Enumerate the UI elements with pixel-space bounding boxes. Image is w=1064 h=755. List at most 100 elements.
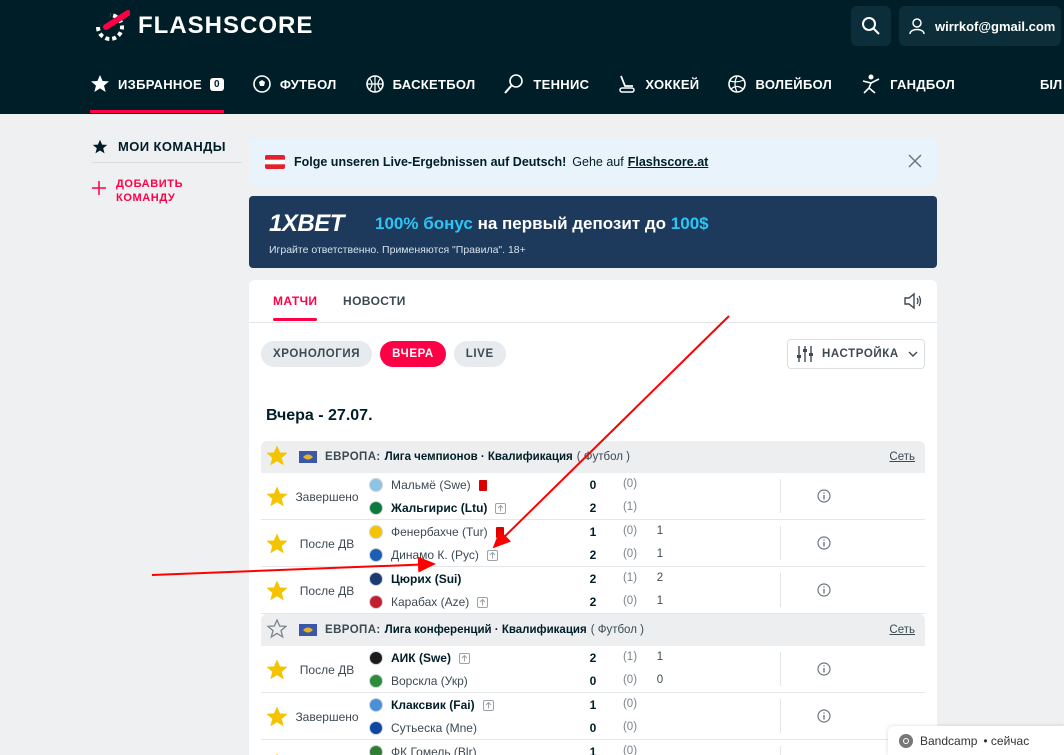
flashscore-at-link[interactable]: Flashscore.at (628, 155, 709, 169)
match-row[interactable]: Завершено Клаксвик (Fai) 1 (0) Сутьеска (Mne… (261, 693, 925, 740)
sound-icon[interactable] (903, 292, 923, 310)
team-crest-icon (369, 698, 383, 712)
info-icon[interactable] (817, 536, 831, 550)
promotion-arrow-icon (495, 502, 507, 514)
halftime-score: (0) (622, 525, 638, 537)
filter-live[interactable]: LIVE (453, 341, 506, 367)
team-score: 1 (589, 525, 597, 539)
left-sidebar: МОИ КОМАНДЫ ДОБАВИТЬ КОМАНДУ (92, 135, 242, 205)
promotion-arrow-icon (482, 699, 494, 711)
star-icon (91, 75, 109, 92)
nav-football[interactable]: ФУТБОЛ (252, 64, 337, 104)
home-team[interactable]: Мальмё (Swe) (369, 475, 487, 495)
team-crest-icon (369, 721, 383, 735)
chrome-icon (899, 733, 913, 748)
team-crest-icon (369, 525, 383, 539)
nav-volleyball[interactable]: ВОЛЕЙБОЛ (727, 64, 832, 104)
user-account-button[interactable]: wirrkof@gmail.com (899, 6, 1061, 46)
home-team[interactable]: ФК Гомель (Blr) (369, 742, 477, 755)
team-name: АИК (Swe) (391, 651, 451, 665)
team-score: 0 (589, 478, 597, 492)
star-icon[interactable] (266, 617, 288, 639)
flashscore-logo[interactable]: FLASHSCORE (92, 9, 313, 43)
info-icon[interactable] (817, 489, 831, 503)
team-name: Цюрих (Sui) (391, 572, 462, 586)
info-icon[interactable] (817, 662, 831, 676)
settings-dropdown[interactable]: НАСТРОЙКА (787, 339, 925, 369)
nav-basketball[interactable]: БАСКЕТБОЛ (365, 64, 476, 104)
match-row[interactable]: После ДВ Цюрих (Sui) 2 (1) 2 Карабах (Aze) 2 (0… (261, 567, 925, 614)
league-name[interactable]: Лига конференций · Квалификация (385, 624, 587, 636)
tab-news[interactable]: НОВОСТИ (343, 294, 406, 308)
column-divider (780, 573, 781, 607)
red-card-icon (478, 479, 487, 491)
nav-handball-label: ГАНДБОЛ (890, 76, 956, 92)
team-crest-icon (369, 501, 383, 515)
halftime-score: (0) (622, 595, 638, 607)
banner-headline-mid: на первый депозит до (472, 214, 671, 233)
nav-favorites[interactable]: ИЗБРАННОЕ 0 (90, 64, 224, 113)
filter-chronology[interactable]: ХРОНОЛОГИЯ (261, 341, 373, 367)
league-sport: ( Футбол ) (590, 624, 644, 636)
halftime-score: (1) (622, 572, 638, 584)
nav-handball[interactable]: ГАНДБОЛ (860, 64, 955, 104)
league-header[interactable]: ЕВРОПА: Лига конференций · Квалификация( … (261, 614, 925, 646)
match-row[interactable]: После ДВ АИК (Swe) 2 (1) 1 Ворскла (Укр) 0 (0) 0 (261, 646, 925, 693)
team-score: 2 (589, 595, 597, 609)
chevron-down-icon (908, 351, 918, 357)
home-team[interactable]: Фенербахче (Tur) (369, 522, 504, 542)
league-net-link[interactable]: Сеть (889, 624, 915, 636)
team-crest-icon (369, 548, 383, 562)
column-divider (780, 479, 781, 513)
league-net-link[interactable]: Сеть (889, 451, 915, 463)
1xbet-ad-banner[interactable]: 1XBET 100% бонус на первый депозит до 10… (249, 196, 937, 268)
logo-text: FLASHSCORE (138, 12, 314, 39)
away-team[interactable]: Карабах (Aze) (369, 592, 489, 612)
away-team[interactable]: Сутьеска (Mne) (369, 718, 477, 738)
my-teams-header: МОИ КОМАНДЫ (92, 135, 242, 163)
sliders-icon (797, 346, 813, 362)
team-name: Ворскла (Укр) (391, 674, 468, 688)
home-team[interactable]: Цюрих (Sui) (369, 569, 461, 589)
extra-time-score: 2 (656, 572, 664, 584)
halftime-score: (0) (622, 674, 638, 686)
nav-hockey-label: ХОККЕЙ (645, 76, 700, 92)
add-team-button[interactable]: ДОБАВИТЬ КОМАНДУ (92, 177, 242, 205)
match-status: Завершено (295, 710, 359, 724)
info-icon[interactable] (817, 583, 831, 597)
league-country: ЕВРОПА: (325, 624, 381, 636)
bandcamp-notification[interactable]: Bandcamp • сейчас (888, 726, 1064, 755)
banner-headline-bonus: 100% бонус (375, 214, 473, 233)
user-icon (909, 18, 925, 35)
home-team[interactable]: АИК (Swe) (369, 648, 470, 668)
nav-more-item[interactable]: БІЛ (1040, 77, 1062, 92)
filter-yesterday[interactable]: ВЧЕРА (380, 341, 446, 367)
banner-headline-amount: 100$ (670, 214, 709, 233)
banner-disclaimer: Играйте ответственно. Применяются "Прави… (269, 244, 526, 256)
nav-tennis[interactable]: ТЕННИС (503, 64, 589, 104)
match-status: Завершено (295, 490, 359, 504)
away-team[interactable]: Жальгирис (Ltu) (369, 498, 507, 518)
content-tabs: МАТЧИ НОВОСТИ (249, 280, 937, 323)
home-team[interactable]: Клаксвик (Fai) (369, 695, 494, 715)
tab-matches[interactable]: МАТЧИ (273, 294, 318, 321)
team-name: Фенербахче (Tur) (391, 525, 488, 539)
team-score: 0 (589, 674, 597, 688)
halftime-score: (1) (622, 501, 638, 513)
team-crest-icon (369, 595, 383, 609)
nav-hockey[interactable]: ХОККЕЙ (617, 64, 699, 104)
match-row[interactable]: ФК Гомель (Blr) 1 (0) (261, 740, 925, 755)
europe-flag-icon (299, 451, 317, 463)
star-icon[interactable] (266, 444, 288, 466)
match-row[interactable]: Завершено Мальмё (Swe) 0 (0) Жальгирис (Ltu)… (261, 473, 925, 520)
austria-flag-icon (265, 154, 285, 169)
league-name[interactable]: Лига чемпионов · Квалификация (385, 451, 573, 463)
away-team[interactable]: Ворскла (Укр) (369, 671, 468, 691)
info-icon[interactable] (817, 709, 831, 723)
matches-panel: МАТЧИ НОВОСТИ ХРОНОЛОГИЯ ВЧЕРА LIVE НАСТ… (249, 280, 937, 755)
away-team[interactable]: Динамо К. (Рус) (369, 545, 498, 565)
match-row[interactable]: После ДВ Фенербахче (Tur) 1 (0) 1 Динамо К. (… (261, 520, 925, 567)
close-icon[interactable] (907, 153, 923, 169)
search-button[interactable] (851, 6, 891, 46)
league-header[interactable]: ЕВРОПА: Лига чемпионов · Квалификация( Фу… (261, 441, 925, 473)
